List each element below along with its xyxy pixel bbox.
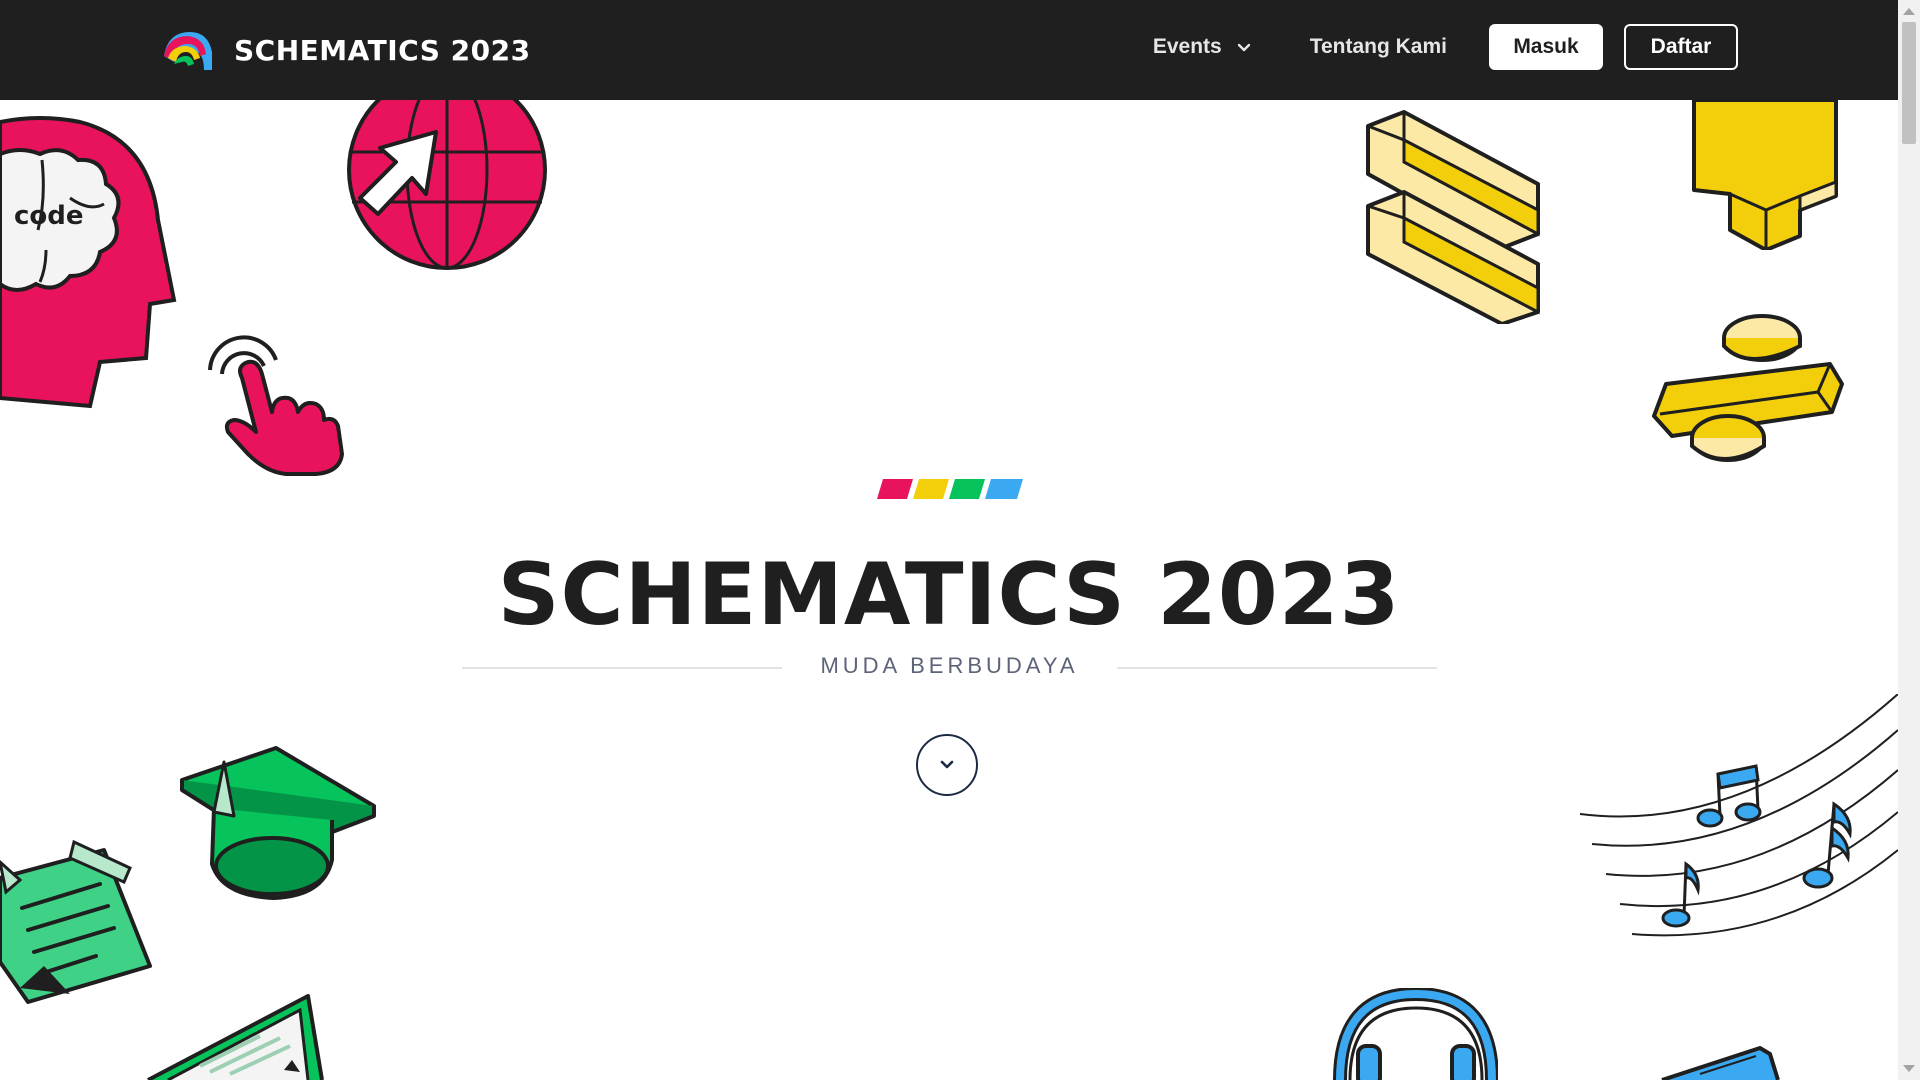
login-button[interactable]: Masuk bbox=[1489, 24, 1603, 70]
brand[interactable]: SCHEMATICS 2023 bbox=[160, 26, 531, 74]
globe-cursor-icon bbox=[347, 92, 547, 270]
color-bar-yellow bbox=[913, 479, 949, 499]
events-dropdown[interactable]: Events bbox=[1153, 35, 1252, 59]
head-code-icon: code bbox=[0, 116, 177, 409]
plus-block-icon bbox=[1692, 100, 1838, 250]
color-bar-green bbox=[949, 479, 985, 499]
nav-menu: Events Tentang Kami Masuk Daftar bbox=[1153, 24, 1738, 70]
color-bars-icon bbox=[877, 479, 1023, 499]
tagline-row: MUDA BERBUDAYA bbox=[462, 653, 1437, 683]
music-notes-icon bbox=[1580, 694, 1898, 937]
events-label: Events bbox=[1152, 35, 1222, 58]
sticky-note-icon bbox=[0, 839, 152, 1004]
head-code-label: code bbox=[14, 201, 84, 231]
chevron-down-icon bbox=[1237, 43, 1250, 52]
tagline-divider-right bbox=[1117, 667, 1437, 669]
equals-blocks-icon bbox=[1366, 110, 1540, 324]
brand-logo-icon bbox=[164, 32, 212, 70]
tap-hand-icon bbox=[208, 335, 344, 476]
divide-block-icon bbox=[1652, 314, 1844, 462]
chevron-down-icon bbox=[940, 760, 954, 769]
tagline: MUDA BERBUDAYA bbox=[820, 653, 1079, 678]
color-bar-blue bbox=[985, 479, 1023, 499]
scroll-down-arrow[interactable] bbox=[1903, 1065, 1915, 1072]
book-icon bbox=[1661, 1046, 1780, 1080]
hero-title: SCHEMATICS 2023 bbox=[497, 545, 1401, 645]
nav-link-about[interactable]: Tentang Kami bbox=[1310, 35, 1447, 59]
page-scrollbar[interactable] bbox=[1898, 0, 1920, 1080]
navbar: SCHEMATICS 2023 Events Tentang Kami Masu… bbox=[0, 0, 1898, 100]
scroll-down-button[interactable] bbox=[916, 734, 978, 796]
scroll-up-arrow[interactable] bbox=[1903, 8, 1915, 15]
color-bar-pink bbox=[877, 479, 913, 499]
graduation-cap-icon bbox=[180, 746, 376, 900]
scroll-thumb[interactable] bbox=[1902, 22, 1916, 144]
laptop-icon bbox=[147, 994, 324, 1080]
register-button[interactable]: Daftar bbox=[1624, 24, 1738, 70]
brand-name: SCHEMATICS 2023 bbox=[234, 33, 531, 67]
headphones-icon bbox=[1333, 988, 1498, 1080]
